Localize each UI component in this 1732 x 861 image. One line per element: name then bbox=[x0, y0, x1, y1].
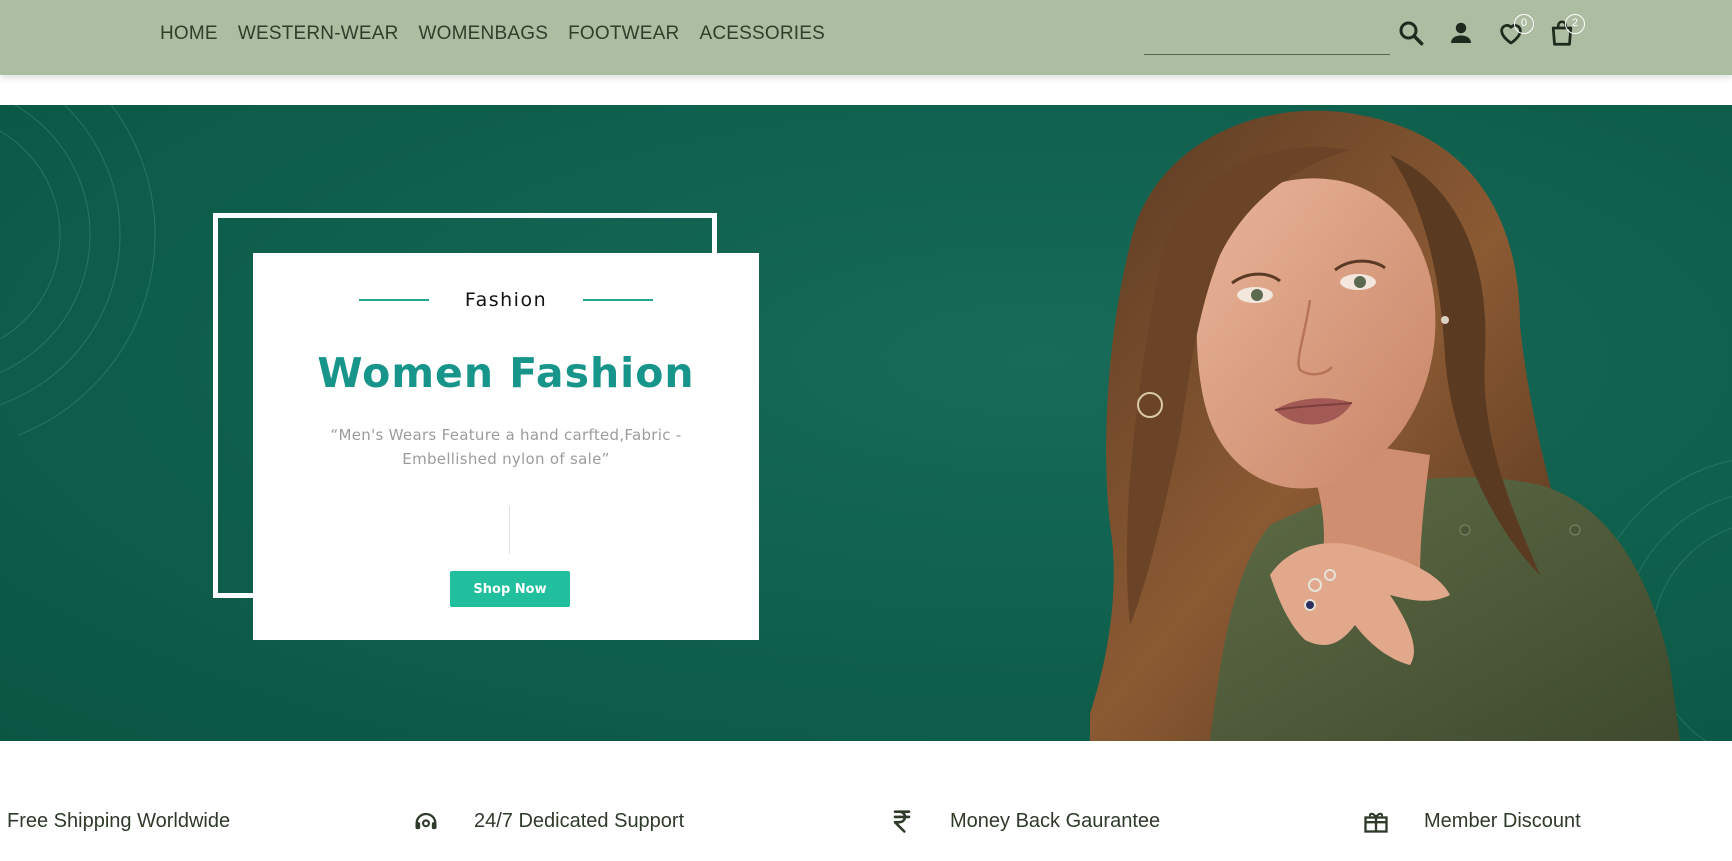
rupee-icon bbox=[888, 807, 916, 835]
feature-label: Member Discount bbox=[1424, 809, 1581, 832]
gift-icon bbox=[1362, 807, 1390, 835]
feature-label: Money Back Gaurantee bbox=[950, 809, 1161, 832]
feature-support: 24/7 Dedicated Support bbox=[412, 800, 684, 842]
hero-kicker-row: Fashion bbox=[253, 289, 759, 311]
nav-home[interactable]: HOME bbox=[160, 23, 218, 45]
wishlist-heart-icon[interactable]: 0 bbox=[1496, 14, 1534, 48]
hero-model-image bbox=[1090, 105, 1690, 741]
search-input[interactable] bbox=[1144, 20, 1390, 55]
feature-label: 24/7 Dedicated Support bbox=[474, 809, 685, 832]
hero-banner: Fashion Women Fashion “Men's Wears Featu… bbox=[0, 105, 1732, 741]
shopping-bag-icon[interactable]: 2 bbox=[1547, 14, 1585, 48]
nav-accessories[interactable]: ACESSORIES bbox=[699, 23, 825, 45]
main-nav: HOME WESTERN-WEAR WOMENBAGS FOOTWEAR ACE… bbox=[160, 23, 825, 45]
wishlist-count-badge: 0 bbox=[1514, 14, 1534, 34]
hero-kicker: Fashion bbox=[464, 289, 548, 311]
nav-womenbags[interactable]: WOMENBAGS bbox=[419, 23, 549, 45]
hero-quote: “Men's Wears Feature a hand carfted,Fabr… bbox=[330, 426, 682, 468]
hero-card: Fashion Women Fashion “Men's Wears Featu… bbox=[253, 253, 759, 640]
user-icon[interactable] bbox=[1446, 18, 1476, 48]
kicker-rule-left bbox=[358, 299, 429, 301]
nav-western-wear[interactable]: WESTERN-WEAR bbox=[238, 23, 399, 45]
feature-money-back: Money Back Gaurantee bbox=[888, 800, 1160, 842]
search-icon[interactable] bbox=[1396, 18, 1426, 48]
kicker-rule-right bbox=[583, 299, 654, 301]
shop-now-button[interactable]: Shop Now bbox=[450, 571, 570, 607]
feature-free-shipping: Free Shipping Worldwide bbox=[7, 800, 230, 842]
feature-label: Free Shipping Worldwide bbox=[7, 809, 231, 832]
card-divider bbox=[509, 506, 510, 554]
decorative-rings bbox=[0, 105, 156, 435]
features-strip: Free Shipping Worldwide 24/7 Dedicated S… bbox=[0, 800, 1732, 846]
cart-count-badge: 2 bbox=[1565, 14, 1585, 34]
nav-footwear[interactable]: FOOTWEAR bbox=[568, 23, 679, 45]
feature-member-discount: Member Discount bbox=[1362, 800, 1581, 842]
hero-title: Women Fashion bbox=[317, 349, 695, 397]
support-headset-icon bbox=[412, 807, 440, 835]
site-header: HOME WESTERN-WEAR WOMENBAGS FOOTWEAR ACE… bbox=[0, 0, 1732, 75]
